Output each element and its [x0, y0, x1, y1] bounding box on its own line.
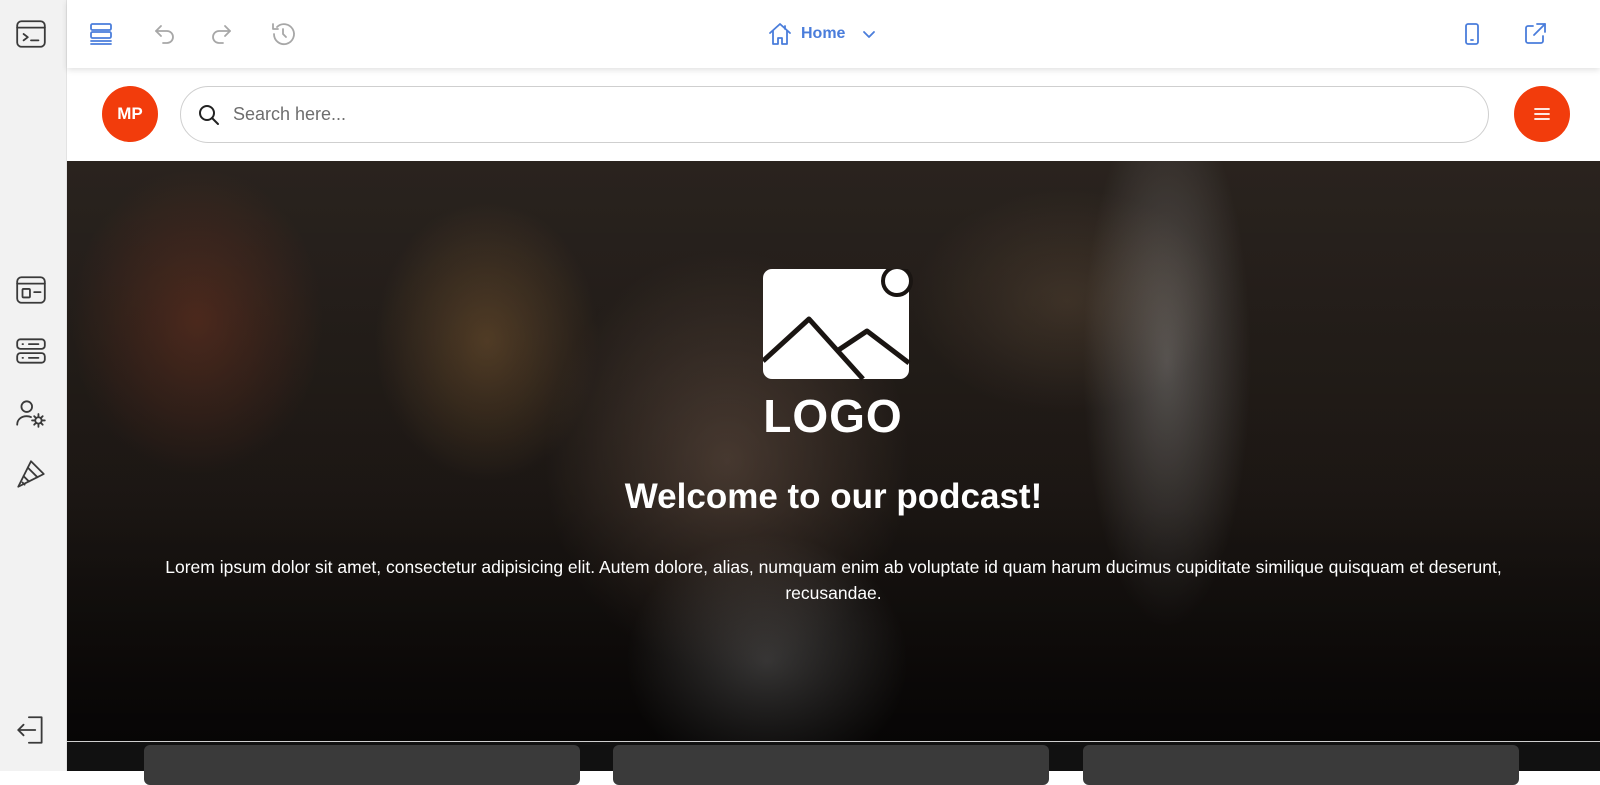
- undo-icon: [155, 25, 174, 44]
- avatar-initials: MP: [117, 104, 143, 123]
- search-bar: [180, 86, 1489, 143]
- brush-icon[interactable]: [13, 456, 49, 492]
- logo-text: LOGO: [763, 390, 903, 442]
- mobile-icon: [1465, 23, 1479, 45]
- home-icon: [769, 23, 791, 45]
- hamburger-icon: [1534, 108, 1550, 120]
- layout-panel-icon[interactable]: [13, 272, 49, 308]
- mobile-preview-button[interactable]: [1452, 14, 1492, 54]
- search-icon: [199, 104, 219, 125]
- components-panel-icon[interactable]: [13, 333, 49, 369]
- menu-button[interactable]: [1514, 86, 1570, 142]
- content-card[interactable]: [144, 745, 580, 785]
- search-input[interactable]: [233, 104, 1433, 125]
- hero-title: Welcome to our podcast!: [624, 477, 1043, 516]
- user-settings-icon[interactable]: [13, 395, 49, 431]
- history-icon: [272, 23, 295, 46]
- site-header: MP: [67, 68, 1600, 161]
- external-link-icon: [1525, 23, 1546, 44]
- content-card[interactable]: [613, 745, 1049, 785]
- stack-icon: [90, 23, 112, 45]
- redo-icon: [212, 25, 231, 44]
- preview-panel-icon[interactable]: [13, 16, 49, 52]
- page-selector[interactable]: Home: [767, 18, 877, 50]
- hero-section: LOGO Welcome to our podcast! Lorem ipsum…: [67, 161, 1600, 741]
- redo-button[interactable]: [201, 14, 241, 54]
- image-placeholder-icon: [763, 269, 913, 381]
- content-strip: [67, 741, 1600, 785]
- undo-button[interactable]: [145, 14, 185, 54]
- content-card[interactable]: [1083, 745, 1519, 785]
- page-selector-label: Home: [801, 25, 846, 42]
- avatar[interactable]: MP: [102, 86, 158, 142]
- chevron-down-icon: [863, 31, 876, 38]
- exit-icon[interactable]: [13, 712, 49, 748]
- sections-button[interactable]: [81, 14, 121, 54]
- open-external-button[interactable]: [1515, 14, 1555, 54]
- hero-description: Lorem ipsum dolor sit amet, consectetur …: [165, 557, 1502, 603]
- editor-sidebar: [0, 0, 67, 771]
- editor-toolbar: Home: [67, 0, 1600, 68]
- history-button[interactable]: [263, 14, 303, 54]
